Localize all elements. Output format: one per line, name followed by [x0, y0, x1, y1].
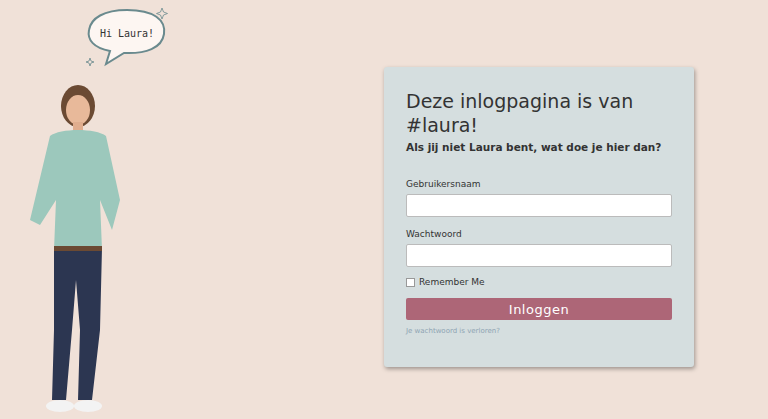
login-subtitle: Als jij niet Laura bent, wat doe je hier… — [406, 141, 672, 153]
username-label: Gebruikersnaam — [406, 179, 672, 189]
username-field[interactable] — [406, 194, 672, 217]
password-field[interactable] — [406, 244, 672, 267]
remember-checkbox[interactable] — [406, 278, 415, 287]
lost-password-link[interactable]: Je wachtwoord is verloren? — [406, 327, 672, 335]
person-photo — [0, 80, 140, 419]
bubble-icon — [84, 6, 170, 72]
remember-row[interactable]: Remember Me — [406, 277, 672, 287]
bubble-text: Hi Laura! — [94, 28, 160, 39]
login-button[interactable]: Inloggen — [406, 298, 672, 320]
speech-bubble: Hi Laura! — [84, 6, 170, 72]
remember-label[interactable]: Remember Me — [419, 277, 485, 287]
login-title: Deze inlogpagina is van #laura! — [406, 89, 672, 137]
password-label: Wachtwoord — [406, 229, 672, 239]
login-card: Deze inlogpagina is van #laura! Als jij n… — [384, 67, 694, 367]
hero-area: Hi Laura! — [0, 0, 384, 419]
